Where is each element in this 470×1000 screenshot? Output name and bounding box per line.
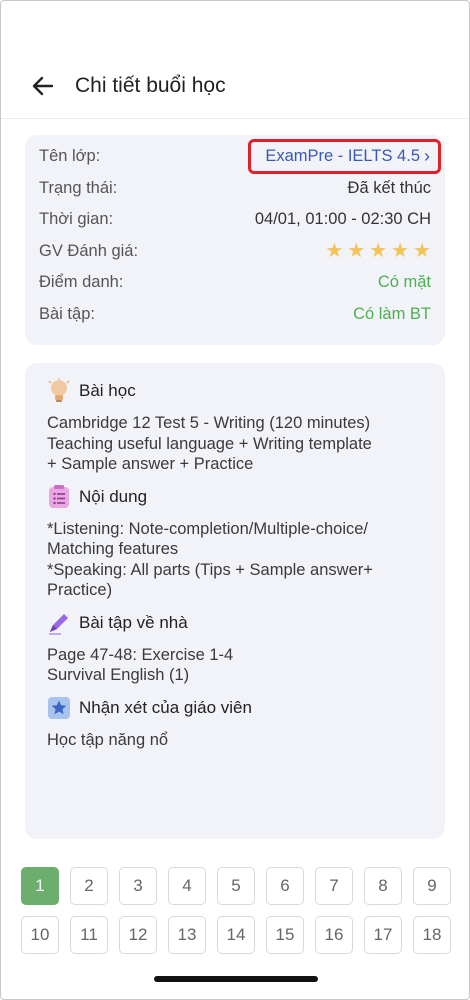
page-button[interactable]: 2 [70, 867, 108, 905]
top-bar: Chi tiết buổi học [1, 53, 469, 119]
status-row: Trạng thái: Đã kết thúc [39, 173, 431, 205]
back-button[interactable] [23, 66, 63, 106]
homework-title: Bài tập về nhà [79, 612, 188, 632]
page-button[interactable]: 14 [217, 916, 255, 954]
class-link[interactable]: ExamPre - IELTS 4.5 › [248, 139, 441, 175]
page-button[interactable]: 9 [413, 867, 451, 905]
session-pagination: 1 2 3 4 5 6 7 8 9 10 11 12 13 14 15 16 17 18 [21, 867, 451, 954]
class-name: ExamPre - IELTS 4.5 [265, 147, 420, 166]
page-button[interactable]: 1 [21, 867, 59, 905]
class-row: Tên lớp: ExamPre - IELTS 4.5 › [39, 139, 441, 175]
page-button[interactable]: 6 [266, 867, 304, 905]
lesson-title: Bài học [79, 381, 136, 400]
page-button[interactable]: 18 [413, 916, 451, 954]
page-button[interactable]: 4 [168, 867, 206, 905]
time-label: Thời gian: [39, 210, 114, 229]
attendance-value: Có mặt [377, 273, 431, 292]
teacher-comment-body: Học tập năng nổ [47, 730, 169, 749]
page-button[interactable]: 7 [315, 867, 353, 905]
content-body: *Listening: Note-completion/Multiple-cho… [47, 519, 373, 600]
rating-stars: ★ ★ ★ ★ ★ [325, 241, 431, 261]
homework-value: Có làm BT [353, 304, 431, 323]
attendance-row: Điểm danh: Có mặt [39, 267, 431, 299]
lesson-body: Cambridge 12 Test 5 - Writing (120 minut… [47, 414, 372, 473]
time-value: 04/01, 01:00 - 02:30 CH [254, 210, 431, 229]
app-screen: Chi tiết buổi học Tên lớp: ExamPre - IEL… [0, 0, 470, 1000]
homework-label: Bài tập: [39, 304, 95, 323]
page-button[interactable]: 5 [217, 867, 255, 905]
homework-row: Bài tập: Có làm BT [39, 299, 431, 331]
page-title: Chi tiết buổi học [75, 73, 226, 97]
content-heading: Nội dung [47, 484, 423, 509]
status-label: Trạng thái: [39, 178, 118, 197]
lesson-heading: Bài học [47, 378, 423, 403]
page-button[interactable]: 13 [168, 916, 206, 954]
list-icon [47, 484, 71, 509]
session-info-card: Tên lớp: ExamPre - IELTS 4.5 › Trạng thá… [25, 135, 445, 345]
status-value: Đã kết thúc [347, 178, 431, 197]
teacher-comment-heading: Nhận xét của giáo viên [47, 696, 423, 720]
star-icon: ★ [347, 240, 366, 263]
session-detail-card: Bài học Cambridge 12 Test 5 - Writing (1… [25, 363, 445, 839]
star-icon: ★ [413, 240, 431, 263]
rating-label: GV Đánh giá: [39, 241, 139, 260]
pen-icon [47, 611, 71, 635]
class-label: Tên lớp: [39, 147, 101, 166]
teacher-comment-title: Nhận xét của giáo viên [79, 697, 252, 717]
rating-row: GV Đánh giá: ★ ★ ★ ★ ★ [39, 236, 431, 268]
page-button[interactable]: 10 [21, 916, 59, 954]
star-icon: ★ [369, 240, 388, 263]
homework-body: Page 47-48: Exercise 1-4 Survival Englis… [47, 645, 234, 685]
page-button[interactable]: 17 [364, 916, 402, 954]
home-indicator[interactable] [154, 976, 318, 982]
chevron-right-icon: › [424, 146, 430, 167]
page-button[interactable]: 12 [119, 916, 157, 954]
page-button[interactable]: 8 [364, 867, 402, 905]
page-button[interactable]: 16 [315, 916, 353, 954]
page-button[interactable]: 11 [70, 916, 108, 954]
star-icon: ★ [391, 240, 410, 263]
page-button[interactable]: 15 [266, 916, 304, 954]
time-row: Thời gian: 04/01, 01:00 - 02:30 CH [39, 204, 431, 236]
content-title: Nội dung [79, 486, 148, 506]
attendance-label: Điểm danh: [39, 273, 124, 292]
star-icon: ★ [325, 240, 344, 263]
star-badge-icon [47, 696, 71, 720]
page-button[interactable]: 3 [119, 867, 157, 905]
homework-heading: Bài tập về nhà [47, 611, 423, 635]
lightbulb-icon [47, 378, 71, 403]
arrow-left-icon [32, 76, 54, 95]
